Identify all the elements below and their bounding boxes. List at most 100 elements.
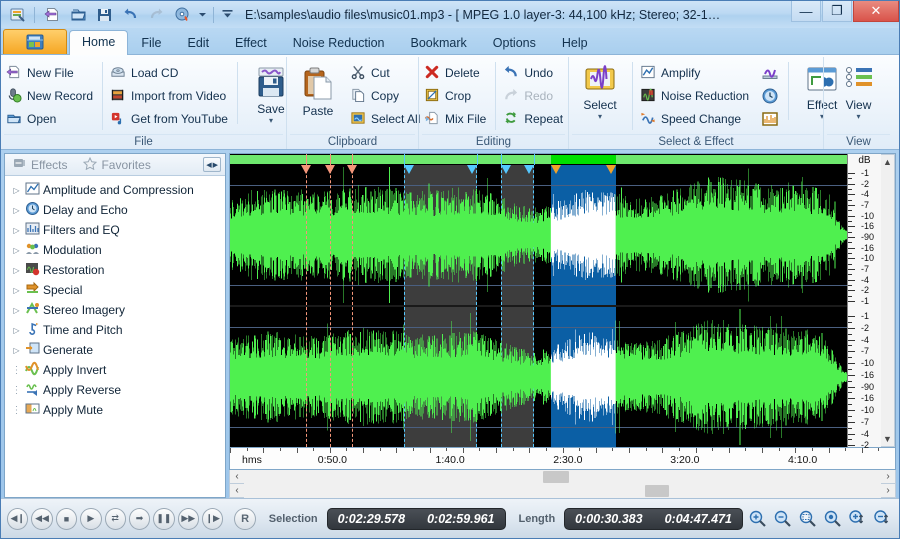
equalizer-icon[interactable]	[759, 108, 781, 130]
expand-arrow-icon[interactable]: ▷	[11, 326, 22, 335]
tree-item-apply-invert[interactable]: ⋮ Apply Invert	[9, 360, 225, 380]
scroll-down-arrow[interactable]: ▼	[881, 432, 895, 446]
tree-item-generate[interactable]: ▷ Generate	[9, 340, 225, 360]
chevron-down-icon[interactable]: ▾	[856, 113, 860, 121]
import-from-video-button[interactable]: Import from Video	[108, 85, 233, 107]
tab-bookmark[interactable]: Bookmark	[398, 31, 480, 55]
tab-noise-reduction[interactable]: Noise Reduction	[280, 31, 398, 55]
mix-file-button[interactable]: Mix File	[422, 108, 491, 130]
crop-button[interactable]: Crop	[422, 85, 491, 107]
cue-marker-icon[interactable]	[347, 165, 358, 174]
tree-item-stereo-imagery[interactable]: ▷ Stereo Imagery	[9, 300, 225, 320]
scroll-left-arrow[interactable]: ‹	[230, 471, 244, 482]
sidebar-nav-next[interactable]: ▶	[213, 161, 218, 169]
undo-arrow-icon[interactable]	[118, 4, 142, 26]
open-folder-icon[interactable]	[66, 4, 90, 26]
zoom-out-vertical-button[interactable]	[871, 508, 893, 530]
zoom-out-button[interactable]	[771, 508, 793, 530]
tab-options[interactable]: Options	[480, 31, 549, 55]
speed-change-button[interactable]: Speed Change	[638, 108, 754, 130]
zoom-full-button[interactable]	[821, 508, 843, 530]
scroll-track[interactable]	[244, 469, 881, 484]
paste-button[interactable]: Paste	[290, 62, 346, 118]
tree-item-delay-and-echo[interactable]: ▷ Delay and Echo	[9, 200, 225, 220]
tab-effect[interactable]: Effect	[222, 31, 280, 55]
scroll-right-arrow[interactable]: ›	[881, 471, 895, 482]
zoom-in-button[interactable]	[746, 508, 768, 530]
new-file-button[interactable]: New File	[4, 62, 98, 84]
get-from-youtube-button[interactable]: Get from YouTube	[108, 108, 233, 130]
chevron-down-icon[interactable]: ▾	[269, 117, 273, 125]
tab-help[interactable]: Help	[549, 31, 601, 55]
waveform-canvas[interactable]	[230, 154, 847, 447]
selection-start-marker-icon[interactable]	[550, 165, 561, 174]
waveform-channel-right[interactable]	[230, 305, 847, 447]
tree-item-apply-mute[interactable]: ⋮ Apply Mute	[9, 400, 225, 420]
tree-item-apply-reverse[interactable]: ⋮ Apply Reverse	[9, 380, 225, 400]
tab-file[interactable]: File	[128, 31, 174, 55]
scroll-up-arrow[interactable]: ▲	[881, 155, 895, 169]
skip-to-end-button[interactable]: ❙▶	[202, 507, 224, 530]
overview-strip[interactable]	[230, 154, 847, 165]
tab-home[interactable]: Home	[69, 30, 129, 55]
cue-marker-icon[interactable]	[300, 165, 311, 174]
sidebar-tab-favorites[interactable]: Favorites	[79, 156, 154, 174]
delete-button[interactable]: Delete	[422, 62, 491, 84]
scroll-thumb[interactable]	[645, 484, 670, 497]
sidebar-nav-prev[interactable]: ◀	[206, 161, 211, 169]
tree-item-time-and-pitch[interactable]: ▷ Time and Pitch	[9, 320, 225, 340]
sidebar-tab-nav[interactable]: ◀ ▶	[203, 157, 221, 172]
view-button[interactable]: View ▾	[831, 62, 887, 121]
scroll-right-arrow[interactable]: ›	[881, 485, 895, 496]
maximize-button[interactable]: ❐	[822, 1, 852, 22]
region-start-marker-icon[interactable]	[403, 165, 414, 174]
waveform-channel-left[interactable]	[230, 165, 847, 305]
horizontal-scrollbar-top[interactable]: ‹ ›	[229, 469, 896, 484]
expand-arrow-icon[interactable]: ▷	[11, 186, 22, 195]
step-forward-button[interactable]: ➡	[128, 507, 151, 530]
tree-item-modulation[interactable]: ▷ Modulation	[9, 240, 225, 260]
scroll-left-arrow[interactable]: ‹	[230, 485, 244, 496]
noise-reduction-button[interactable]: Noise Reduction	[638, 85, 754, 107]
tree-item-amplitude-and-compression[interactable]: ▷ Amplitude and Compression	[9, 180, 225, 200]
new-file-icon[interactable]	[40, 4, 64, 26]
open-button[interactable]: Open	[4, 108, 98, 130]
load-cd-button[interactable]: Load CD	[108, 62, 233, 84]
cue-marker-icon[interactable]	[324, 165, 335, 174]
fast-forward-button[interactable]: ▶▶	[177, 507, 199, 530]
loop-button[interactable]: ⇄	[104, 507, 126, 530]
customize-toolbar-icon[interactable]	[219, 4, 235, 26]
rewind-button[interactable]: ◀◀	[31, 507, 53, 530]
undo-button[interactable]: Undo	[501, 62, 568, 84]
region-start-marker-icon[interactable]	[501, 165, 512, 174]
record-button[interactable]: R	[234, 507, 256, 530]
close-button[interactable]: ✕	[853, 1, 899, 22]
tree-item-filters-and-eq[interactable]: ▷ Filters and EQ	[9, 220, 225, 240]
copy-button[interactable]: Copy	[348, 85, 425, 107]
marker-strip[interactable]	[230, 165, 847, 176]
expand-arrow-icon[interactable]: ▷	[11, 246, 22, 255]
application-icon[interactable]	[5, 4, 29, 26]
amplify-button[interactable]: Amplify	[638, 62, 754, 84]
scroll-thumb[interactable]	[543, 470, 570, 483]
region-end-marker-icon[interactable]	[467, 165, 478, 174]
time-ruler[interactable]: hms 0:50.0 1:40.0 2:30.0 3:20.0 4:10.0	[229, 448, 896, 470]
burn-cd-icon[interactable]	[170, 4, 194, 26]
selection-end-marker-icon[interactable]	[605, 165, 616, 174]
expand-arrow-icon[interactable]: ▷	[11, 306, 22, 315]
sidebar-tab-effects[interactable]: Effects	[9, 156, 71, 173]
horizontal-scrollbar-bottom[interactable]: ‹ ›	[229, 483, 896, 498]
select-all-button[interactable]: Select All	[348, 108, 425, 130]
expand-arrow-icon[interactable]: ▷	[11, 346, 22, 355]
stop-button[interactable]: ■	[55, 507, 78, 530]
expand-arrow-icon[interactable]: ▷	[11, 226, 22, 235]
tree-item-restoration[interactable]: ▷ Restoration	[9, 260, 225, 280]
fade-icon[interactable]	[759, 62, 781, 84]
chevron-down-icon[interactable]	[196, 4, 208, 26]
zoom-to-selection-button[interactable]	[796, 508, 818, 530]
expand-arrow-icon[interactable]: ▷	[11, 206, 22, 215]
expand-arrow-icon[interactable]: ▷	[11, 266, 22, 275]
tree-item-special[interactable]: ▷ Special	[9, 280, 225, 300]
repeat-button[interactable]: Repeat	[501, 108, 568, 130]
scroll-track[interactable]	[244, 483, 881, 498]
